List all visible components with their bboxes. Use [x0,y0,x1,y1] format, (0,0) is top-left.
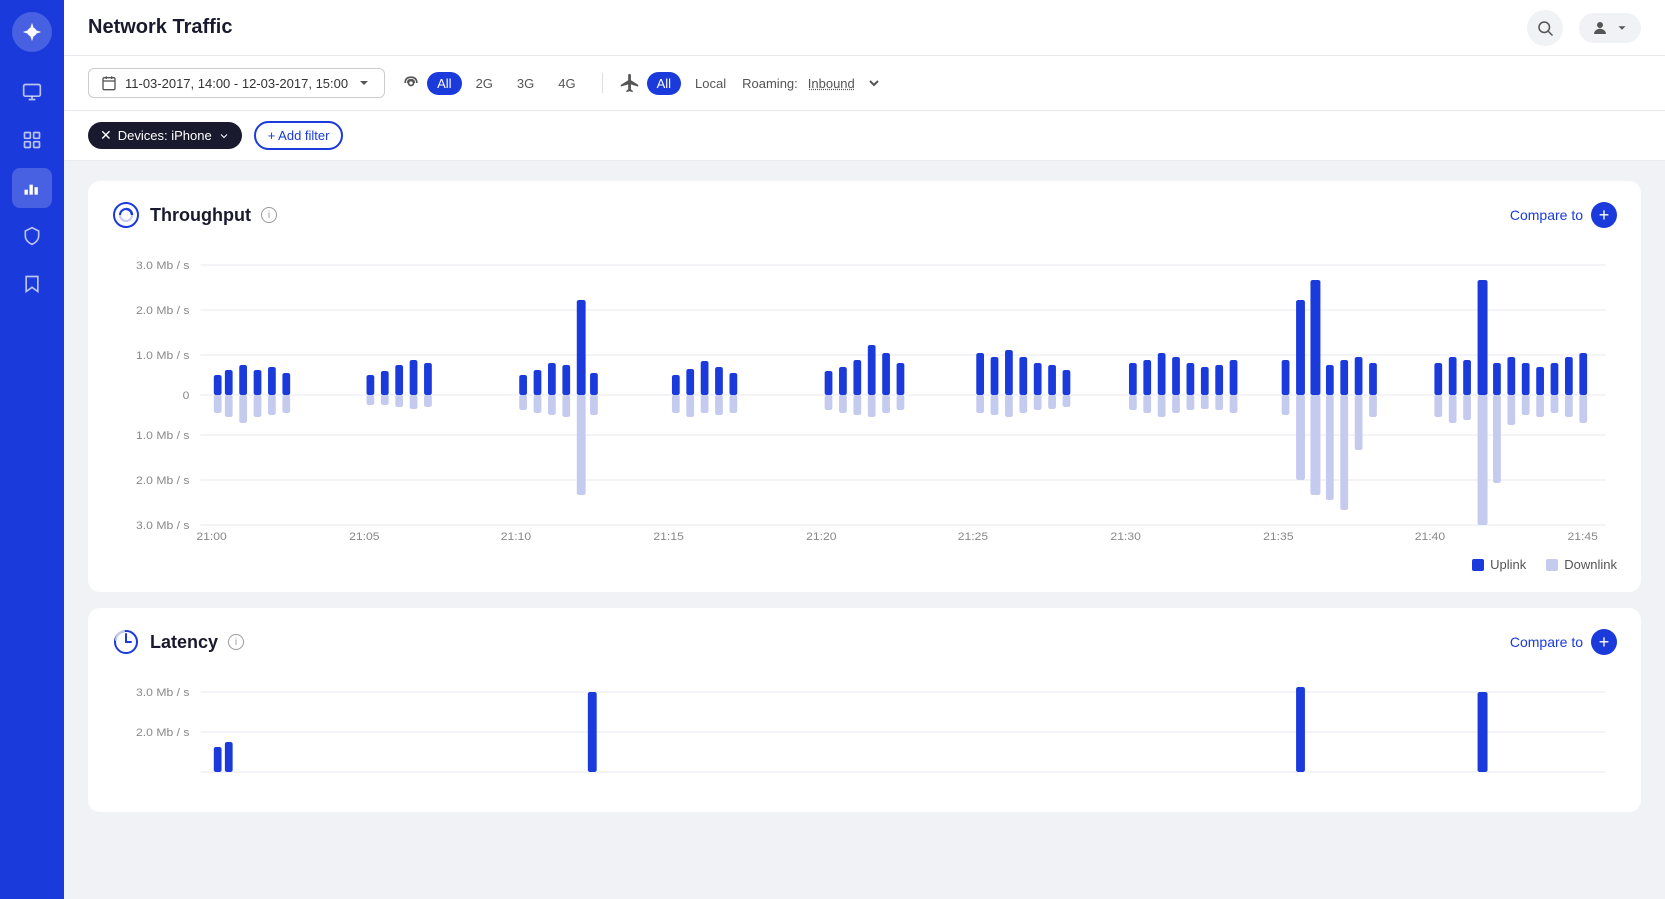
latency-card: Latency i Compare to + 3.0 Mb / s 2.0 Mb… [88,608,1641,812]
throughput-compare-label: Compare to [1510,207,1583,223]
svg-text:21:05: 21:05 [349,531,379,543]
uplink-legend-label: Uplink [1490,557,1526,572]
svg-text:3.0 Mb / s: 3.0 Mb / s [136,520,190,532]
latency-chart-svg: 3.0 Mb / s 2.0 Mb / s [112,672,1617,792]
throughput-icon [112,201,140,229]
throughput-header: Throughput i Compare to + [112,201,1617,229]
add-filter-label: + Add filter [268,128,330,143]
main-content: Network Traffic 11-03-2017, 14:00 - 12-0… [64,0,1665,899]
airplane-icon [619,72,641,94]
svg-text:2.0 Mb / s: 2.0 Mb / s [136,305,190,317]
chevron-down-icon [218,130,230,142]
signal-filter-group: All 2G 3G 4G [401,72,585,95]
network-all-button[interactable]: All [427,72,461,95]
svg-text:21:35: 21:35 [1263,531,1293,543]
latency-title: Latency [150,632,218,653]
device-filter-tag: ✕ Devices: iPhone [88,122,242,149]
svg-text:21:45: 21:45 [1567,531,1597,543]
page-title: Network Traffic [88,16,232,39]
latency-info-icon[interactable]: i [228,634,244,650]
network-3g-button[interactable]: 3G [507,72,544,95]
svg-text:3.0 Mb / s: 3.0 Mb / s [136,687,190,699]
network-4g-button[interactable]: 4G [548,72,585,95]
latency-compare-button[interactable]: Compare to + [1510,629,1617,655]
throughput-legend: Uplink Downlink [112,557,1617,572]
device-filter-label: Devices: iPhone [118,128,212,143]
latency-compare-plus-icon: + [1591,629,1617,655]
remove-device-filter[interactable]: ✕ [100,127,112,144]
divider-1 [602,73,603,93]
throughput-chart-area: 3.0 Mb / s 2.0 Mb / s 1.0 Mb / s 0 1.0 M… [112,245,1617,545]
svg-text:1.0 Mb / s: 1.0 Mb / s [136,430,190,442]
svg-text:0: 0 [183,390,190,402]
sidebar-item-bookmarks[interactable] [12,264,52,304]
svg-text:21:40: 21:40 [1415,531,1445,543]
sidebar-item-analytics[interactable] [12,168,52,208]
content-area: Throughput i Compare to + [64,161,1665,899]
latency-compare-label: Compare to [1510,634,1583,650]
throughput-title-group: Throughput i [112,201,277,229]
svg-text:3.0 Mb / s: 3.0 Mb / s [136,260,190,272]
latency-icon [112,628,140,656]
latency-title-group: Latency i [112,628,244,656]
throughput-card: Throughput i Compare to + [88,181,1641,592]
sidebar-item-dashboard[interactable] [12,120,52,160]
traffic-filter-group: All Local Roaming: Inbound Outbound [619,72,882,95]
svg-text:21:00: 21:00 [196,531,226,543]
svg-text:21:10: 21:10 [501,531,531,543]
uplink-legend-dot [1472,559,1484,571]
svg-text:1.0 Mb / s: 1.0 Mb / s [136,350,190,362]
search-button[interactable] [1527,10,1563,46]
throughput-title: Throughput [150,205,251,226]
latency-chart-area: 3.0 Mb / s 2.0 Mb / s [112,672,1617,792]
downlink-legend-dot [1546,559,1558,571]
topbar-actions [1527,10,1641,46]
date-range-label: 11-03-2017, 14:00 - 12-03-2017, 15:00 [125,76,348,91]
latency-header: Latency i Compare to + [112,628,1617,656]
user-menu-button[interactable] [1579,13,1641,43]
downlink-legend-item: Downlink [1546,557,1617,572]
throughput-compare-button[interactable]: Compare to + [1510,202,1617,228]
svg-text:21:25: 21:25 [958,531,988,543]
topbar: Network Traffic [64,0,1665,56]
svg-text:21:15: 21:15 [653,531,683,543]
throughput-chart-svg: 3.0 Mb / s 2.0 Mb / s 1.0 Mb / s 0 1.0 M… [112,245,1617,545]
uplink-legend-item: Uplink [1472,557,1526,572]
svg-text:21:20: 21:20 [806,531,836,543]
throughput-info-icon[interactable]: i [261,207,277,223]
downlink-legend-label: Downlink [1564,557,1617,572]
add-filter-button[interactable]: + Add filter [254,121,344,150]
traffic-type-filter: All Local [647,72,737,95]
sidebar-logo[interactable] [12,12,52,52]
active-filters-bar: ✕ Devices: iPhone + Add filter [64,111,1665,161]
network-type-filter: All 2G 3G 4G [427,72,585,95]
svg-text:2.0 Mb / s: 2.0 Mb / s [136,475,190,487]
filterbar: 11-03-2017, 14:00 - 12-03-2017, 15:00 Al… [64,56,1665,111]
svg-text:21:30: 21:30 [1110,531,1140,543]
traffic-local-button[interactable]: Local [685,72,736,95]
signal-icon [401,73,421,93]
network-2g-button[interactable]: 2G [466,72,503,95]
svg-text:2.0 Mb / s: 2.0 Mb / s [136,727,190,739]
sidebar [0,0,64,899]
roaming-label: Roaming: [742,76,798,91]
sidebar-item-security[interactable] [12,216,52,256]
date-range-picker[interactable]: 11-03-2017, 14:00 - 12-03-2017, 15:00 [88,68,385,98]
roaming-select[interactable]: Inbound Outbound [804,75,882,92]
throughput-compare-plus-icon: + [1591,202,1617,228]
sidebar-item-monitor[interactable] [12,72,52,112]
traffic-all-button[interactable]: All [647,72,681,95]
